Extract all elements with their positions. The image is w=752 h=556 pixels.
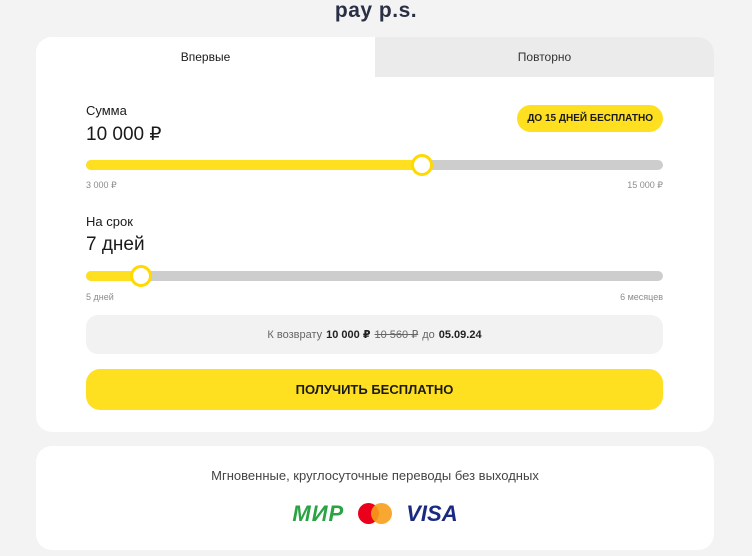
summary-prefix: К возврату [267,328,323,341]
amount-slider-thumb[interactable] [411,154,434,176]
term-slider-thumb[interactable] [129,265,152,287]
payment-systems: МИР VISA [36,501,714,527]
tab-first-time[interactable]: Впервые [36,37,375,77]
amount-slider-track[interactable] [86,154,663,176]
transfers-info-card: Мгновенные, круглосуточные переводы без … [36,446,714,550]
term-value: 7 дней [86,234,145,255]
get-free-button[interactable]: ПОЛУЧИТЬ БЕСПЛАТНО [86,369,663,410]
visa-logo: VISA [406,501,458,526]
repayment-summary: К возврату 10 000 ₽ 10 560 ₽ до 05.09.24 [86,315,663,354]
summary-amount: 10 000 ₽ [326,329,371,341]
summary-old-amount: 10 560 ₽ [374,329,419,341]
loan-calculator-card: Впервые Повторно Сумма 10 000 ₽ ДО 15 ДН… [36,37,714,432]
tab-repeat[interactable]: Повторно [375,37,714,77]
summary-date: 05.09.24 [438,328,482,341]
amount-slider-fill [86,160,423,170]
transfers-info-text: Мгновенные, круглосуточные переводы без … [211,468,539,483]
free-period-badge: ДО 15 ДНЕЙ БЕСПЛАТНО [517,105,663,132]
term-label: На срок [86,214,133,229]
amount-max-label: 15 000 ₽ [627,180,663,190]
mir-logo: МИР [292,501,345,526]
client-type-tabs: Впервые Повторно [36,37,714,77]
amount-section: Сумма 10 000 ₽ ДО 15 ДНЕЙ БЕСПЛАТНО [86,103,663,146]
summary-middle: до [422,328,435,341]
term-max-label: 6 месяцев [620,292,663,302]
term-section: На срок 7 дней [86,214,663,256]
amount-min-label: 3 000 ₽ [86,180,117,190]
term-min-label: 5 дней [86,292,114,302]
pay-ps-logo: pay p.s. [334,0,418,22]
term-slider-track[interactable] [86,265,663,287]
mastercard-logo [358,503,393,525]
